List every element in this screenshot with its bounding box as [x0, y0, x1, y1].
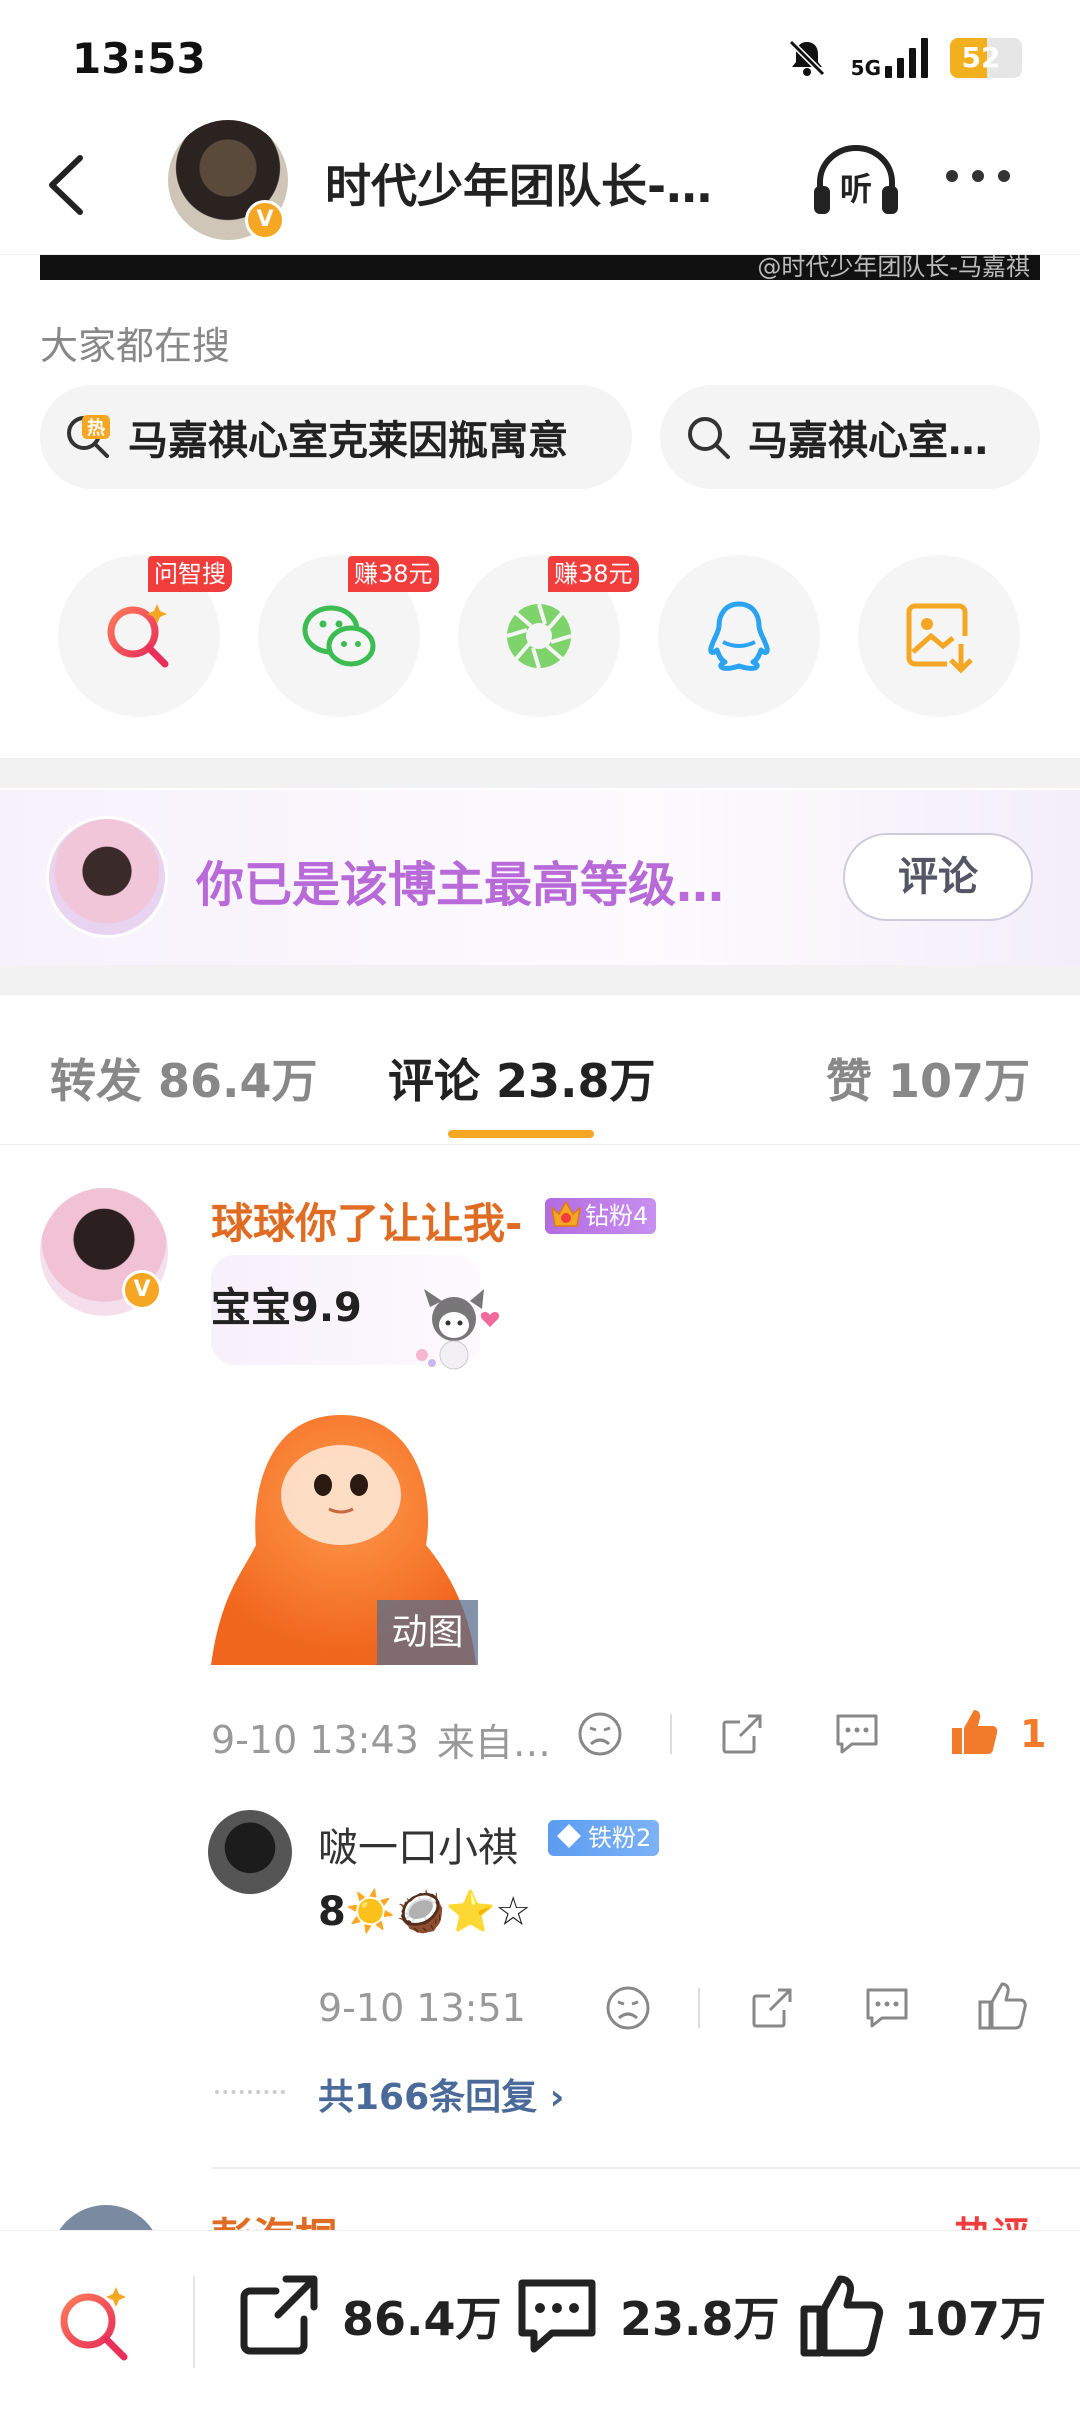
reply-text: 8☀️🥥⭐☆ [318, 1889, 532, 1935]
status-icons: 5G 52 [785, 36, 1022, 80]
search-section-title: 大家都在搜 [40, 324, 231, 368]
gif-label: 动图 [377, 1600, 478, 1665]
comment-source: 来自… [436, 1721, 551, 1765]
post-image[interactable]: @时代少年团队长-马嘉祺 [40, 255, 1040, 280]
reply-author[interactable]: 啵一口小祺 [318, 1815, 518, 1873]
like-count: 1 [1020, 1712, 1047, 1756]
fan-level-text: 你已是该博主最高等级… [196, 857, 725, 913]
fan-level-banner: 你已是该博主最高等级… 评论 [0, 790, 1080, 965]
comment-count: 23.8万 [620, 2292, 780, 2346]
fan-badge-label: 铁粉2 [588, 1824, 652, 1852]
hot-tag: 热 [87, 417, 105, 439]
more-dot [972, 170, 984, 182]
share-icon[interactable] [718, 1710, 766, 1758]
commenter-name[interactable]: 球球你了让让我- [211, 1190, 522, 1251]
search-chip-label: 马嘉祺心室… [748, 418, 988, 464]
like-count: 107万 [904, 2292, 1047, 2346]
signal-icon [885, 38, 928, 78]
more-dot [998, 170, 1010, 182]
comment-button[interactable]: 评论 [843, 833, 1033, 921]
bell-off-icon [785, 36, 829, 80]
fan-badge: 铁粉2 [548, 1820, 660, 1856]
reply-thread-dots [215, 2090, 285, 2094]
comment-bar-button[interactable]: 23.8万 [512, 2271, 780, 2361]
page-title[interactable]: 时代少年团队长-… [325, 150, 712, 216]
comment-icon [518, 2279, 596, 2353]
tab-comments[interactable]: 评论 23.8万 [388, 1045, 656, 1111]
search-chip-label: 马嘉祺心室克莱因瓶寓意 [128, 418, 568, 464]
tab-reposts[interactable]: 转发 86.4万 [50, 1045, 318, 1111]
more-button[interactable] [946, 170, 1010, 182]
fan-badge-label: 钻粉4 [585, 1202, 649, 1230]
active-tab-indicator [448, 1130, 594, 1138]
status-time: 13:53 [72, 34, 206, 83]
moments-icon [506, 603, 572, 669]
verified-badge: V [122, 1270, 162, 1310]
back-arrow-icon [49, 155, 83, 215]
share-tag: 问智搜 [148, 556, 232, 592]
share-icon[interactable] [748, 1984, 796, 2032]
reply-icon[interactable] [832, 1710, 882, 1758]
repost-icon [240, 2275, 318, 2355]
listen-label: 听 [840, 170, 872, 208]
share-qq[interactable] [658, 555, 820, 717]
reply-avatar[interactable] [208, 1810, 292, 1894]
section-divider [0, 758, 1080, 788]
comment-divider [211, 2167, 1080, 2169]
ai-search-button[interactable] [54, 2281, 138, 2365]
interaction-tabs: 转发 86.4万 评论 23.8万 赞 107万 [0, 995, 1080, 1145]
share-tag: 赚38元 [348, 556, 439, 592]
like-bar-button[interactable]: 107万 [796, 2271, 1046, 2361]
user-avatar [46, 816, 168, 938]
bottom-toolbar: 86.4万 23.8万 107万 [0, 2230, 1080, 2412]
search-icon [684, 413, 732, 461]
meta-divider [698, 1988, 700, 2028]
ai-search-icon [107, 604, 169, 668]
image-watermark: @时代少年团队长-马嘉祺 [757, 255, 1030, 280]
like-icon-active[interactable] [948, 1706, 1000, 1758]
reply-time: 9-10 13:51 [318, 1986, 526, 2030]
network-label: 5G [850, 56, 881, 80]
listen-button[interactable]: 听 [810, 142, 902, 218]
back-button[interactable] [40, 150, 100, 220]
search-chip[interactable]: 马嘉祺心室… [660, 385, 1040, 489]
tab-likes[interactable]: 赞 107万 [826, 1045, 1030, 1111]
share-tag: 赚38元 [548, 556, 639, 592]
like-icon[interactable] [976, 1980, 1028, 2032]
toolbar-divider [193, 2276, 195, 2368]
crown-icon [550, 1200, 582, 1227]
repost-count: 86.4万 [342, 2292, 502, 2346]
dislike-face-icon[interactable] [576, 1710, 624, 1758]
battery-level: 52 [961, 41, 1001, 74]
reply-icon[interactable] [862, 1984, 912, 2032]
diamond-icon [557, 1824, 581, 1848]
section-divider [0, 965, 1080, 995]
qq-icon [708, 601, 770, 671]
dislike-face-icon[interactable] [604, 1984, 652, 2032]
share-save-image[interactable] [858, 555, 1020, 717]
search-chip[interactable]: 热 马嘉祺心室克莱因瓶寓意 [40, 385, 632, 489]
reply-meta: 9-10 13:51 [318, 1986, 526, 2030]
comment-time: 9-10 13:43 [211, 1717, 419, 1762]
comment-meta: 9-10 13:43 来自… [211, 1712, 551, 1767]
hot-search-icon: 热 [64, 413, 112, 461]
view-all-replies-link[interactable]: 共166条回复 › [318, 2068, 565, 2120]
battery-icon: 52 [950, 38, 1022, 78]
repost-button[interactable]: 86.4万 [234, 2271, 502, 2361]
meta-divider [670, 1714, 672, 1754]
status-bar: 13:53 5G 52 [0, 0, 1080, 120]
kuromi-sticker-icon [410, 1285, 510, 1375]
verified-badge: V [245, 200, 285, 240]
comment-text: 宝宝9.9 [211, 1285, 362, 1331]
thumbs-up-icon [800, 2275, 883, 2357]
wechat-icon [302, 605, 376, 667]
headphones-icon: 听 [814, 145, 898, 214]
save-image-icon [906, 603, 973, 674]
more-dot [946, 170, 958, 182]
fan-badge: 钻粉4 [545, 1198, 657, 1234]
